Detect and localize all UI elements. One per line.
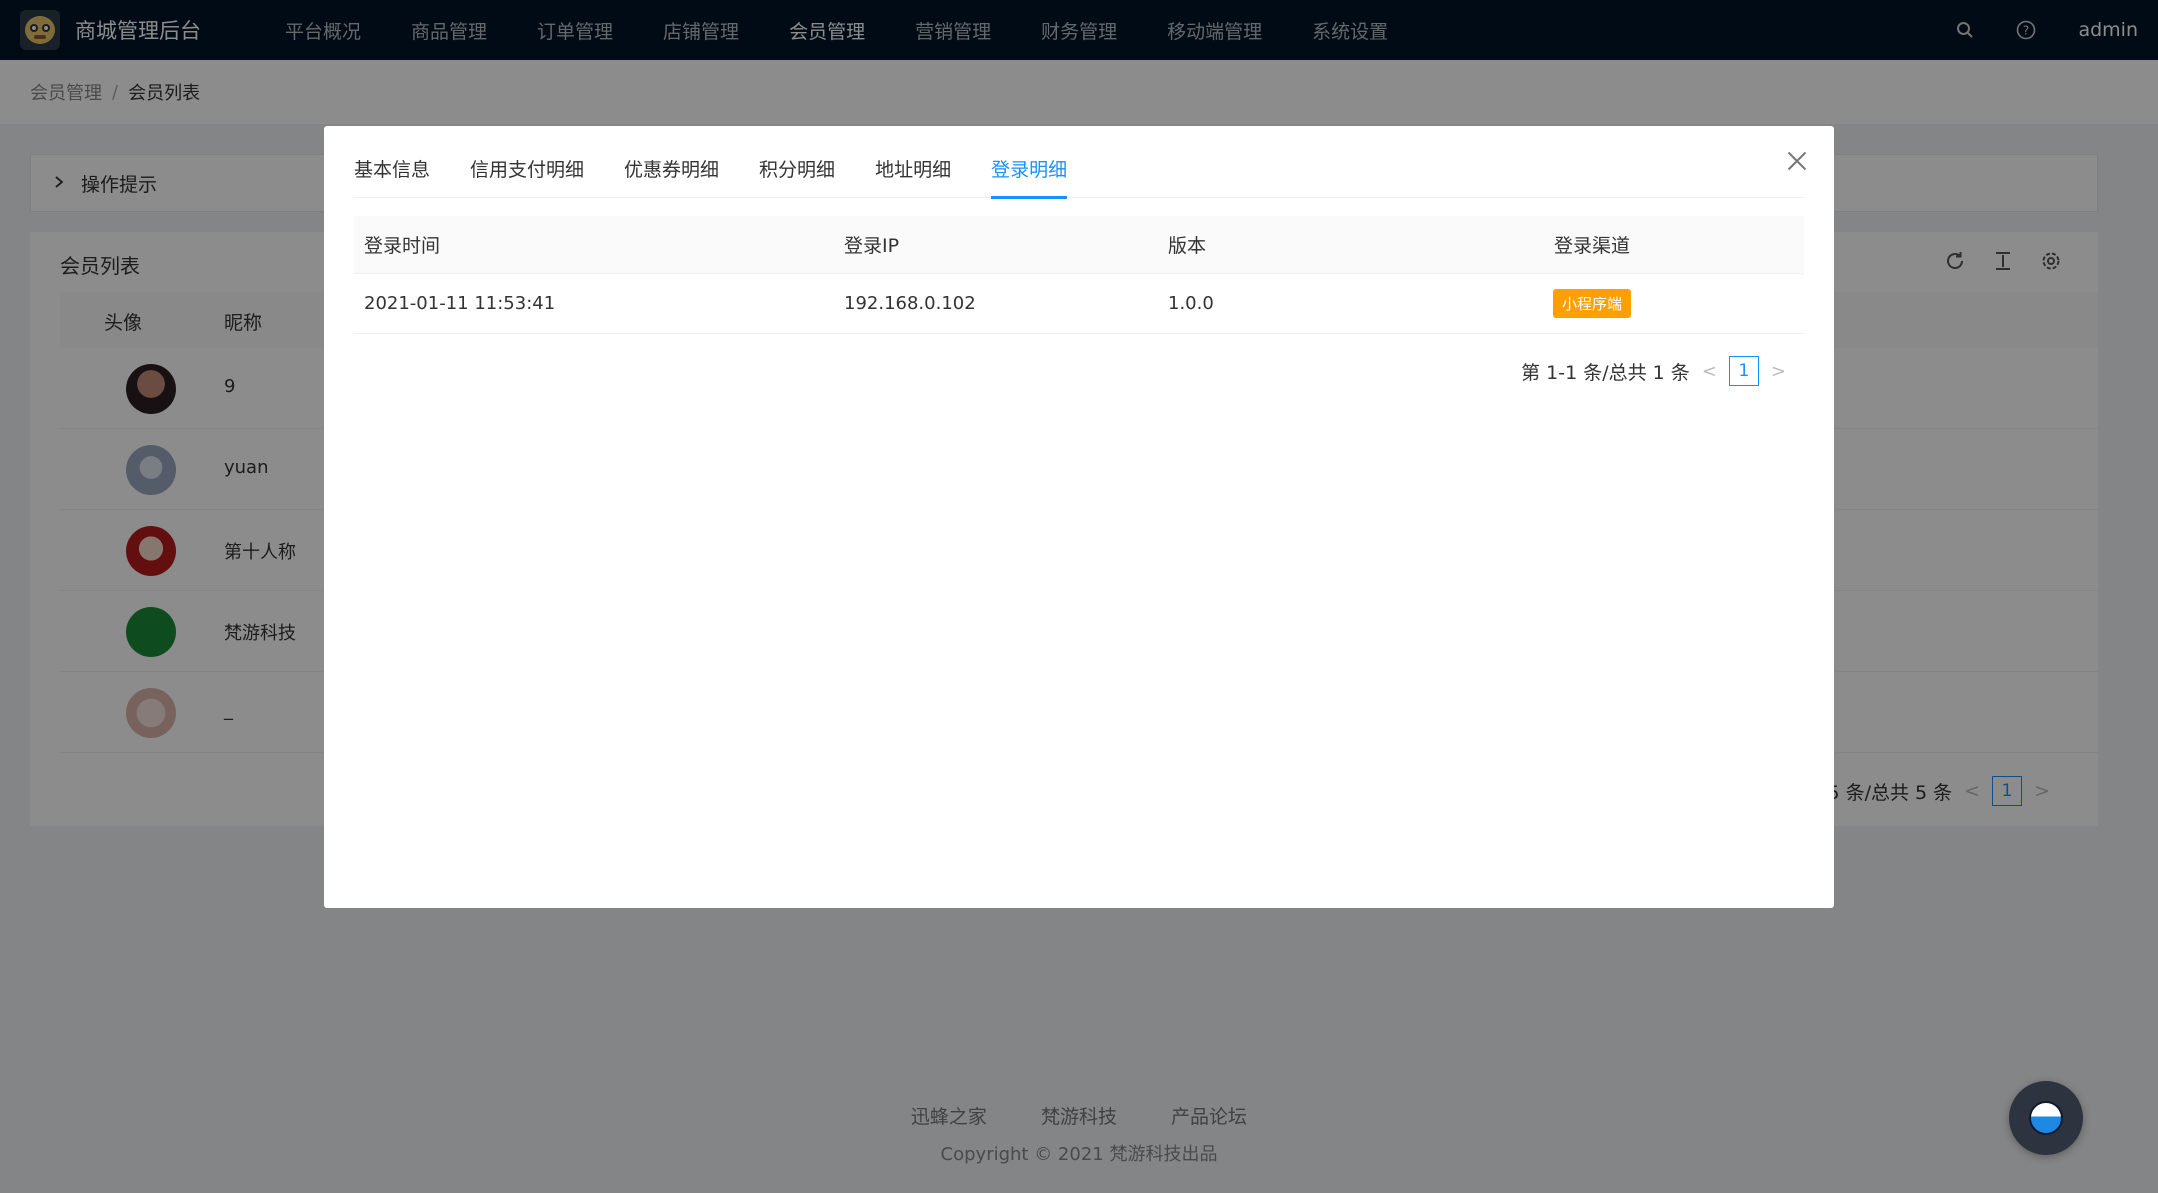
tab-login-details[interactable]: 登录明细 bbox=[991, 156, 1068, 199]
modal-pagination: 第 1-1 条/总共 1 条 < 1 > bbox=[1521, 356, 1798, 386]
table-row: 2021-01-11 11:53:41 192.168.0.102 1.0.0 … bbox=[354, 274, 1804, 334]
modal-tabs: 基本信息 信用支付明细 优惠券明细 积分明细 地址明细 登录明细 bbox=[354, 156, 1804, 199]
tab-coupons[interactable]: 优惠券明细 bbox=[624, 156, 719, 198]
column-header-login-channel: 登录渠道 bbox=[1553, 235, 1630, 257]
login-ip-cell: 192.168.0.102 bbox=[844, 293, 976, 314]
column-header-version: 版本 bbox=[1168, 235, 1207, 257]
tab-points[interactable]: 积分明细 bbox=[759, 156, 835, 198]
column-header-login-time: 登录时间 bbox=[364, 235, 441, 257]
tab-credit-payment[interactable]: 信用支付明细 bbox=[470, 156, 584, 198]
column-header-login-ip: 登录IP bbox=[844, 235, 900, 257]
prev-page-icon[interactable]: < bbox=[1702, 361, 1717, 382]
pagination-summary: 第 1-1 条/总共 1 条 bbox=[1521, 361, 1690, 384]
channel-tag: 小程序端 bbox=[1552, 289, 1631, 318]
chat-float-button[interactable] bbox=[2009, 1081, 2083, 1155]
chat-icon bbox=[2029, 1101, 2063, 1135]
tab-addresses[interactable]: 地址明细 bbox=[875, 156, 951, 198]
login-table-header: 登录时间 登录IP 版本 登录渠道 bbox=[354, 216, 1804, 274]
login-details-table: 登录时间 登录IP 版本 登录渠道 2021-01-11 11:53:41 19… bbox=[354, 216, 1804, 334]
login-time-cell: 2021-01-11 11:53:41 bbox=[364, 293, 556, 314]
login-channel-cell: 小程序端 bbox=[1454, 274, 1730, 333]
page-number[interactable]: 1 bbox=[1728, 356, 1759, 386]
tab-basic-info[interactable]: 基本信息 bbox=[354, 156, 430, 198]
version-cell: 1.0.0 bbox=[1168, 293, 1214, 314]
next-page-icon[interactable]: > bbox=[1771, 361, 1786, 382]
member-detail-modal: 基本信息 信用支付明细 优惠券明细 积分明细 地址明细 登录明细 登录时间 登录… bbox=[324, 126, 1834, 908]
